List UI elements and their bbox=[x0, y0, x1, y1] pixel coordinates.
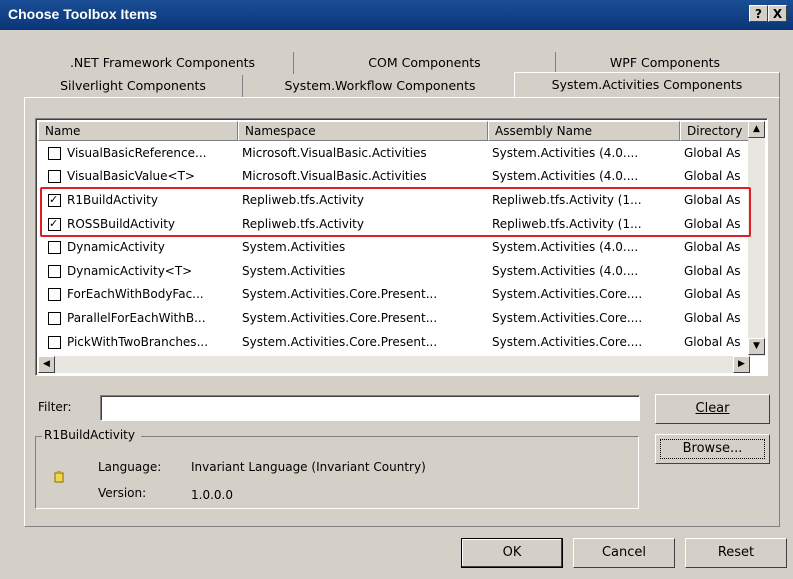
row-checkbox[interactable] bbox=[48, 264, 61, 278]
horizontal-scrollbar[interactable]: ◀ ▶ bbox=[38, 356, 750, 373]
column-header-namespace[interactable]: Namespace bbox=[238, 121, 488, 141]
row-namespace: System.Activities bbox=[242, 263, 346, 278]
row-checkbox[interactable] bbox=[48, 146, 61, 160]
ok-button[interactable]: OK bbox=[461, 538, 563, 568]
row-assembly: System.Activities.Core.... bbox=[492, 287, 643, 302]
row-directory: Global As bbox=[684, 310, 741, 325]
row-directory: Global As bbox=[684, 169, 741, 184]
table-row[interactable]: DynamicActivity System.Activities System.A… bbox=[38, 235, 752, 259]
tab-system-activities[interactable]: System.Activities Components bbox=[514, 72, 780, 98]
filter-input[interactable] bbox=[100, 395, 640, 421]
help-button[interactable]: ? bbox=[749, 5, 768, 22]
name-cell: DynamicActivity<T> bbox=[38, 264, 238, 278]
table-row[interactable]: VisualBasicReference... Microsoft.VisualB… bbox=[38, 141, 752, 165]
row-checkbox[interactable] bbox=[48, 241, 61, 255]
version-value: 1.0.0.0 bbox=[191, 488, 233, 502]
row-checkbox[interactable] bbox=[48, 288, 61, 302]
row-namespace: Microsoft.VisualBasic.Activities bbox=[242, 145, 427, 160]
row-directory: Global As bbox=[684, 287, 741, 302]
assembly-icon bbox=[54, 471, 64, 483]
version-label: Version: bbox=[98, 486, 147, 500]
tab-silverlight[interactable]: Silverlight Components bbox=[28, 75, 238, 97]
row-assembly: System.Activities (4.0.... bbox=[492, 145, 639, 160]
row-directory: Global As bbox=[684, 240, 741, 255]
row-directory: Global As bbox=[684, 263, 741, 278]
scroll-right-icon[interactable]: ▶ bbox=[733, 356, 750, 373]
row-name: DynamicActivity<T> bbox=[67, 263, 193, 278]
title-bar: Choose Toolbox Items ? X bbox=[0, 0, 793, 30]
close-button[interactable]: X bbox=[768, 5, 787, 22]
column-header-assembly[interactable]: Assembly Name bbox=[488, 121, 680, 141]
name-cell: ForEachWithBodyFac... bbox=[38, 287, 238, 302]
row-checkbox[interactable] bbox=[48, 170, 61, 184]
row-name: ParallelForEachWithB... bbox=[67, 310, 206, 325]
row-name: VisualBasicValue<T> bbox=[67, 169, 195, 184]
name-cell: VisualBasicValue<T> bbox=[38, 169, 238, 184]
browse-label: Browse... bbox=[682, 441, 743, 456]
vertical-scrollbar[interactable]: ▲ ▼ bbox=[748, 121, 765, 356]
row-directory: Global As bbox=[684, 145, 741, 160]
row-namespace: System.Activities.Core.Present... bbox=[242, 310, 438, 325]
row-assembly: System.Activities.Core.... bbox=[492, 334, 643, 349]
row-directory: Global As bbox=[684, 334, 741, 349]
row-name: VisualBasicReference... bbox=[67, 145, 207, 160]
table-row[interactable]: DynamicActivity<T> System.Activities Syste… bbox=[38, 259, 752, 283]
reset-button[interactable]: Reset bbox=[685, 538, 787, 568]
components-list[interactable]: Name Namespace Assembly Name Directory V… bbox=[35, 118, 768, 376]
tab-com[interactable]: COM Components bbox=[294, 52, 556, 74]
column-header-name[interactable]: Name bbox=[38, 121, 238, 141]
row-checkbox[interactable] bbox=[48, 335, 61, 349]
tab-system-workflow[interactable]: System.Workflow Components bbox=[246, 75, 514, 97]
browse-button[interactable]: Browse... bbox=[655, 434, 770, 464]
row-namespace: Microsoft.VisualBasic.Activities bbox=[242, 169, 427, 184]
name-cell: DynamicActivity bbox=[38, 240, 238, 255]
row-assembly: System.Activities (4.0.... bbox=[492, 240, 639, 255]
list-rows: VisualBasicReference... Microsoft.VisualB… bbox=[38, 141, 752, 353]
scroll-down-icon[interactable]: ▼ bbox=[748, 338, 765, 355]
row-namespace: System.Activities.Core.Present... bbox=[242, 334, 438, 349]
name-cell: PickWithTwoBranches... bbox=[38, 335, 238, 349]
table-row[interactable]: VisualBasicValue<T> Microsoft.VisualBasic… bbox=[38, 165, 752, 189]
row-namespace: System.Activities bbox=[242, 240, 346, 255]
tab-separator bbox=[242, 75, 243, 97]
row-assembly: System.Activities (4.0.... bbox=[492, 169, 639, 184]
row-checkbox[interactable] bbox=[48, 311, 61, 325]
cancel-button[interactable]: Cancel bbox=[573, 538, 675, 568]
language-value: Invariant Language (Invariant Country) bbox=[191, 460, 426, 474]
filter-label: Filter: bbox=[38, 400, 72, 414]
tab-net-framework[interactable]: .NET Framework Components bbox=[32, 52, 294, 74]
name-cell: VisualBasicReference... bbox=[38, 146, 238, 160]
tab-wpf[interactable]: WPF Components bbox=[556, 52, 774, 74]
highlight-box bbox=[40, 187, 751, 237]
table-row[interactable]: PickWithTwoBranches... System.Activities.… bbox=[38, 330, 752, 354]
row-assembly: System.Activities (4.0.... bbox=[492, 263, 639, 278]
scroll-up-icon[interactable]: ▲ bbox=[748, 121, 765, 138]
clear-label: Clear bbox=[695, 401, 730, 416]
list-header: Name Namespace Assembly Name Directory bbox=[38, 121, 752, 141]
column-header-directory[interactable]: Directory bbox=[680, 121, 752, 141]
window-title: Choose Toolbox Items bbox=[8, 6, 158, 22]
row-assembly: System.Activities.Core.... bbox=[492, 310, 643, 325]
table-row[interactable]: ForEachWithBodyFac... System.Activities.C… bbox=[38, 283, 752, 307]
row-name: PickWithTwoBranches... bbox=[67, 334, 209, 349]
name-cell: ParallelForEachWithB... bbox=[38, 311, 238, 325]
scroll-left-icon[interactable]: ◀ bbox=[38, 356, 55, 373]
language-label: Language: bbox=[98, 460, 162, 474]
row-name: ForEachWithBodyFac... bbox=[67, 287, 204, 302]
details-title: R1BuildActivity bbox=[42, 428, 141, 442]
clear-button[interactable]: Clear bbox=[655, 394, 770, 424]
table-row[interactable]: ParallelForEachWithB... System.Activities… bbox=[38, 306, 752, 330]
row-name: DynamicActivity bbox=[67, 240, 165, 255]
row-namespace: System.Activities.Core.Present... bbox=[242, 287, 438, 302]
